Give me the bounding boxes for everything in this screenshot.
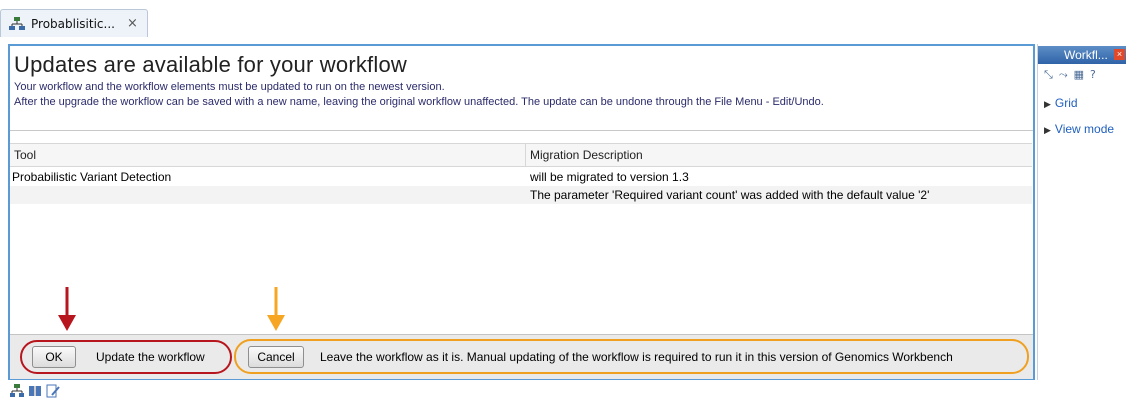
editor-tab-strip: Probablisitic... ×: [0, 0, 1126, 38]
ok-description: Update the workflow: [96, 350, 205, 364]
side-panel-title: Workfl...: [1064, 48, 1108, 62]
side-item-label: View mode: [1054, 122, 1115, 136]
edit-view-icon[interactable]: [46, 384, 60, 398]
red-arrow-annotation: [58, 287, 76, 331]
workflow-icon: [9, 16, 25, 30]
migration-table: Tool Migration Description Probabilistic…: [10, 130, 1033, 335]
ok-button[interactable]: OK: [32, 346, 76, 368]
tab-title: Probablisitic...: [31, 16, 115, 31]
update-header: Updates are available for your workflow …: [10, 46, 1033, 128]
layout-icon[interactable]: ▦: [1074, 68, 1090, 81]
close-icon[interactable]: ×: [1114, 49, 1125, 60]
tool-cell: [10, 186, 526, 204]
side-item-label: Grid: [1054, 96, 1078, 110]
side-panel-header[interactable]: Workfl... ×: [1038, 46, 1126, 64]
workflow-view-icon[interactable]: [10, 384, 24, 398]
migration-cell: will be migrated to version 1.3: [530, 170, 689, 184]
disconnect-icon[interactable]: ⤳: [1059, 68, 1074, 81]
description-line-2: After the upgrade the workflow can be sa…: [14, 96, 824, 108]
description-line-1: Your workflow and the workflow elements …: [14, 81, 445, 93]
column-header-tool[interactable]: Tool: [10, 144, 526, 166]
orange-arrow-annotation: [267, 287, 285, 331]
connect-icon[interactable]: ⤡: [1044, 68, 1059, 81]
table-row[interactable]: Probabilistic Variant Detection will be …: [10, 168, 1032, 186]
side-panel-toolbar: ⤡⤳▦?: [1044, 68, 1102, 82]
migration-cell: The parameter 'Required variant count' w…: [530, 188, 930, 202]
page-title: Updates are available for your workflow: [14, 52, 407, 77]
help-icon[interactable]: ?: [1090, 68, 1102, 81]
expand-triangle-icon: ▶: [1044, 99, 1051, 109]
side-item-grid[interactable]: ▶ Grid: [1044, 96, 1078, 110]
workflow-update-editor: Updates are available for your workflow …: [8, 44, 1035, 380]
column-header-migration-description[interactable]: Migration Description: [526, 144, 1032, 166]
tab-workflow[interactable]: Probablisitic... ×: [0, 9, 148, 37]
close-icon[interactable]: ×: [127, 16, 138, 31]
table-header: Tool Migration Description: [10, 143, 1032, 167]
expand-triangle-icon: ▶: [1044, 125, 1051, 135]
side-item-view-mode[interactable]: ▶ View mode: [1044, 122, 1114, 136]
view-switcher: [10, 384, 60, 398]
cancel-button[interactable]: Cancel: [248, 346, 304, 368]
side-panel: Workfl... × ⤡⤳▦? ▶ Grid ▶ View mode: [1037, 44, 1126, 380]
tool-cell: Probabilistic Variant Detection: [12, 170, 172, 184]
book-view-icon[interactable]: [28, 384, 42, 398]
cancel-description: Leave the workflow as it is. Manual upda…: [320, 350, 953, 364]
table-row[interactable]: The parameter 'Required variant count' w…: [10, 186, 1032, 204]
action-footer: OK Update the workflow Cancel Leave the …: [10, 334, 1033, 379]
